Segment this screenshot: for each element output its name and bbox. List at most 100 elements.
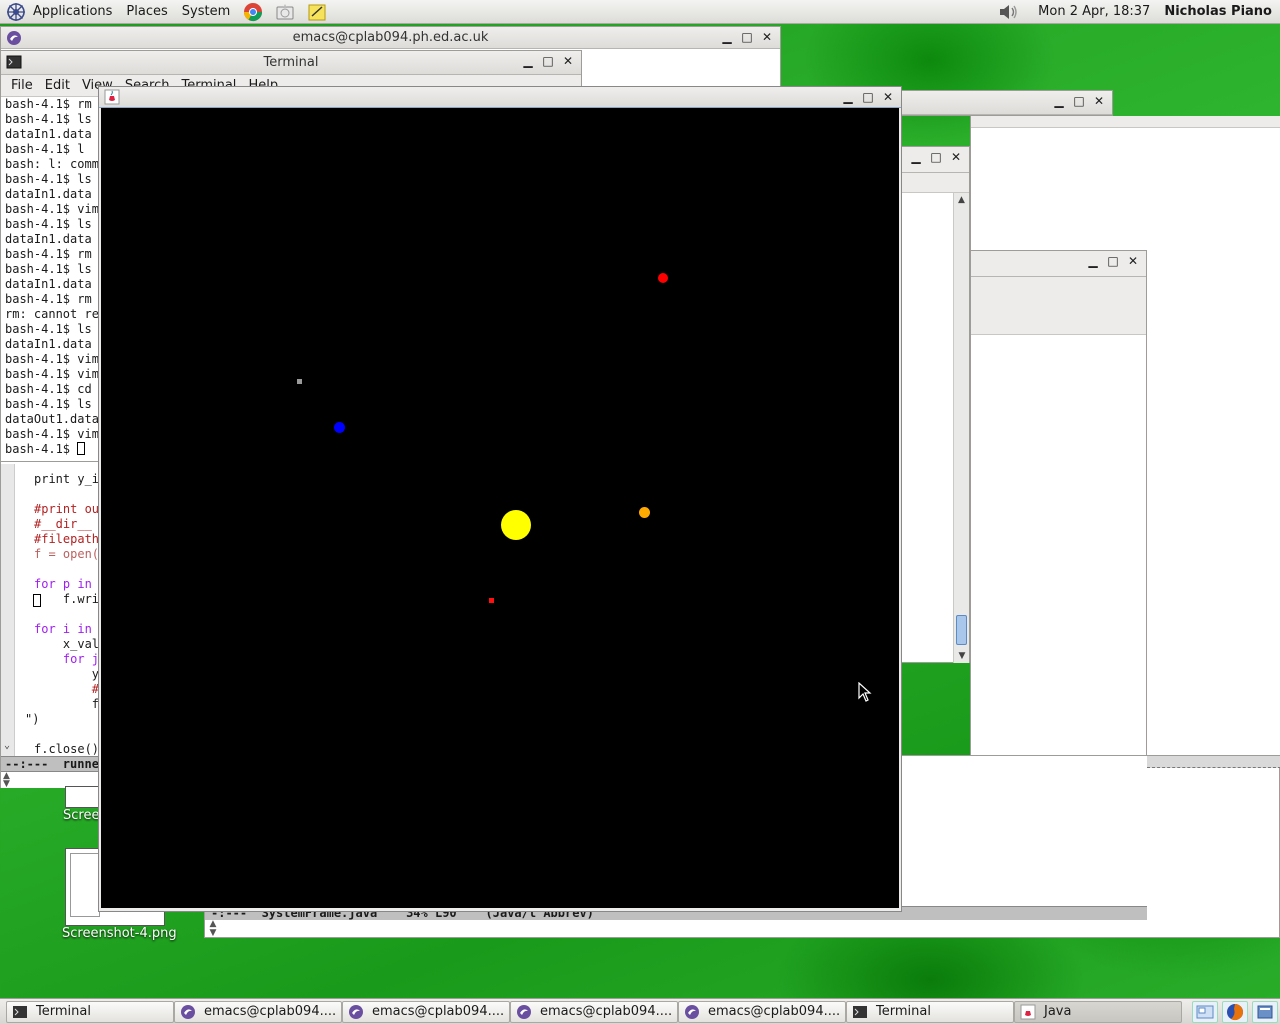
code-line: x_val — [34, 637, 100, 651]
fringe-arrow-icon: ⌄ — [4, 740, 11, 751]
task-emacs-3[interactable]: emacs@cplab094.... — [510, 1000, 678, 1023]
code-line: print y_i — [34, 472, 100, 486]
maximize-button[interactable]: □ — [1106, 254, 1120, 268]
menu-applications[interactable]: Applications — [26, 0, 119, 24]
terminal-icon — [13, 1005, 27, 1018]
code-line: y — [34, 667, 100, 681]
planet-blue-body — [334, 422, 345, 433]
terminal-icon — [853, 1005, 867, 1018]
window-controls: ▁ □ ✕ — [1052, 94, 1106, 108]
notepad-icon — [308, 4, 326, 20]
minibuffer-arrows-icon[interactable]: ▲ ▼ — [3, 772, 10, 789]
task-label: emacs@cplab094.... — [372, 1004, 505, 1019]
planet-red-body — [658, 273, 668, 283]
mail-launcher[interactable] — [274, 1, 296, 23]
maximize-button[interactable]: □ — [1072, 94, 1086, 108]
window-controls: ▁ □ ✕ — [521, 54, 575, 68]
user-name[interactable]: Nicholas Piano — [1164, 4, 1280, 19]
simulation-canvas[interactable] — [101, 108, 899, 908]
code-line: f — [34, 697, 100, 711]
task-emacs-2[interactable]: emacs@cplab094.... — [342, 1000, 510, 1023]
scrollbar-thumb[interactable] — [956, 615, 967, 645]
background-window-1[interactable]: ▁ □ ✕ — [893, 90, 1113, 116]
minimize-button[interactable]: ▁ — [720, 30, 734, 44]
close-button[interactable]: ✕ — [881, 90, 895, 104]
menu-edit[interactable]: Edit — [39, 78, 76, 93]
task-label: Terminal — [876, 1004, 931, 1019]
minimize-button[interactable]: ▁ — [841, 90, 855, 104]
task-terminal-2[interactable]: Terminal — [846, 1000, 1014, 1023]
code-line: for j — [34, 652, 100, 666]
top-panel: Applications Places System Mon 2 Apr, 18… — [0, 0, 1280, 24]
code-line: #__dir__ = — [34, 517, 107, 531]
code-line: ") — [25, 712, 40, 726]
minibuffer-arrows-icon[interactable]: ▲ ▼ — [205, 920, 221, 938]
window-controls: ▁ □ ✕ — [841, 90, 895, 104]
volume-icon[interactable] — [998, 3, 1020, 21]
menu-file[interactable]: File — [5, 78, 39, 93]
code-line: for i in — [34, 622, 92, 636]
minimize-button[interactable]: ▁ — [1052, 94, 1066, 108]
maximize-button[interactable]: □ — [541, 54, 555, 68]
terminal-prompt: bash-4.1$ — [5, 442, 78, 456]
close-button[interactable]: ✕ — [1126, 254, 1140, 268]
task-terminal-1[interactable]: Terminal — [6, 1000, 174, 1023]
close-button[interactable]: ✕ — [949, 150, 963, 164]
vertical-scrollbar[interactable]: ▲ ▼ — [953, 193, 969, 663]
code-line: for p in — [34, 577, 92, 591]
emacs-icon — [181, 1004, 195, 1019]
window-title: Terminal — [263, 55, 319, 70]
menu-system[interactable]: System — [175, 0, 237, 24]
taskbar: Terminal emacs@cplab094.... emacs@cplab0… — [0, 998, 1280, 1024]
code-line: f.wri — [34, 592, 100, 606]
planet-orange-body — [639, 507, 650, 518]
minimize-button[interactable]: ▁ — [521, 54, 535, 68]
window-controls: ▁ □ ✕ — [720, 30, 774, 44]
notes-launcher[interactable] — [306, 1, 328, 23]
code-line: #print out — [34, 502, 107, 516]
mouse-pointer-icon — [858, 682, 872, 702]
code-line: # — [34, 682, 100, 696]
image-thumbnail-icon — [65, 786, 101, 808]
task-label: Terminal — [36, 1004, 91, 1019]
maximize-button[interactable]: □ — [929, 150, 943, 164]
scroll-down-icon[interactable]: ▼ — [954, 649, 970, 663]
firefox-tray[interactable] — [1222, 1000, 1248, 1023]
close-button[interactable]: ✕ — [1092, 94, 1106, 108]
chrome-launcher[interactable] — [242, 1, 264, 23]
workspace-icon — [1196, 1005, 1214, 1018]
java-icon — [1020, 1004, 1036, 1019]
emacs-icon — [517, 1004, 531, 1019]
close-button[interactable]: ✕ — [760, 30, 774, 44]
java-window[interactable]: ▁ □ ✕ — [98, 86, 902, 912]
task-label: emacs@cplab094.... — [540, 1004, 673, 1019]
scroll-up-icon[interactable]: ▲ — [954, 193, 969, 207]
gnome-foot-icon[interactable] — [6, 2, 26, 22]
emacs2-header-strip — [1147, 756, 1280, 768]
close-button[interactable]: ✕ — [561, 54, 575, 68]
minimize-button[interactable]: ▁ — [909, 150, 923, 164]
task-emacs-1[interactable]: emacs@cplab094.... — [174, 1000, 342, 1023]
emacs-cursor — [33, 594, 41, 607]
maximize-button[interactable]: □ — [740, 30, 754, 44]
sun-body — [501, 510, 531, 540]
emacs-fringe — [1, 464, 15, 764]
background-window-2[interactable]: ▁ □ ✕ ▲ ▼ — [900, 146, 970, 663]
window-controls: ▁ □ ✕ — [1086, 254, 1140, 268]
menu-places[interactable]: Places — [119, 0, 174, 24]
clock[interactable]: Mon 2 Apr, 18:37 — [1020, 4, 1164, 19]
code-line: f.close() — [34, 742, 100, 756]
minimize-button[interactable]: ▁ — [1086, 254, 1100, 268]
desktop-icon-label: Screenshot-4.png — [62, 926, 177, 941]
code-line: f = open( — [34, 547, 100, 561]
trash-tray[interactable] — [1252, 1000, 1278, 1023]
task-emacs-4[interactable]: emacs@cplab094.... — [678, 1000, 846, 1023]
task-label: emacs@cplab094.... — [708, 1004, 841, 1019]
task-label: Java — [1044, 1004, 1072, 1019]
planet-small-red-body — [489, 598, 494, 603]
workspace-1[interactable] — [1192, 1000, 1218, 1023]
task-java[interactable]: Java — [1014, 1000, 1182, 1023]
code-line: #filepath — [34, 532, 100, 546]
java-icon — [104, 89, 120, 105]
maximize-button[interactable]: □ — [861, 90, 875, 104]
